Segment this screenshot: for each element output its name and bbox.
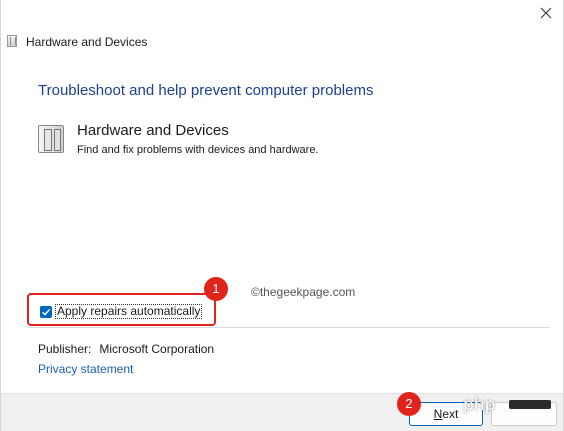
item-title: Hardware and Devices	[77, 122, 229, 139]
hardware-devices-icon	[38, 125, 64, 153]
page-heading: Troubleshoot and help prevent computer p…	[38, 82, 374, 99]
divider	[28, 327, 550, 328]
annotation-badge-2: 2	[397, 392, 421, 416]
privacy-statement-link[interactable]: Privacy statement	[38, 362, 133, 376]
publisher-value: Microsoft Corporation	[99, 342, 215, 356]
apply-repairs-highlight: Apply repairs automatically	[27, 293, 216, 326]
hardware-icon	[7, 35, 17, 47]
cancel-button[interactable]	[491, 402, 557, 426]
apply-repairs-label[interactable]: Apply repairs automatically	[55, 304, 203, 319]
troubleshooter-window: Hardware and Devices Troubleshoot and he…	[0, 0, 564, 431]
troubleshooter-item: Hardware and Devices Find and fix proble…	[38, 122, 438, 162]
publisher-info: Publisher: Microsoft Corporation	[38, 342, 214, 356]
watermark-text: ©thegeekpage.com	[251, 285, 356, 299]
item-description: Find and fix problems with devices and h…	[77, 144, 319, 156]
checkmark-icon	[42, 308, 51, 316]
footer-bar: Next	[1, 393, 563, 431]
apply-repairs-checkbox[interactable]	[40, 306, 52, 318]
next-label: ext	[442, 407, 459, 421]
close-button[interactable]	[537, 4, 555, 22]
annotation-badge-1: 1	[204, 277, 228, 301]
window-title: Hardware and Devices	[26, 35, 148, 49]
title-bar: Hardware and Devices	[1, 0, 563, 70]
publisher-label: Publisher:	[38, 342, 92, 356]
close-icon	[540, 7, 552, 19]
